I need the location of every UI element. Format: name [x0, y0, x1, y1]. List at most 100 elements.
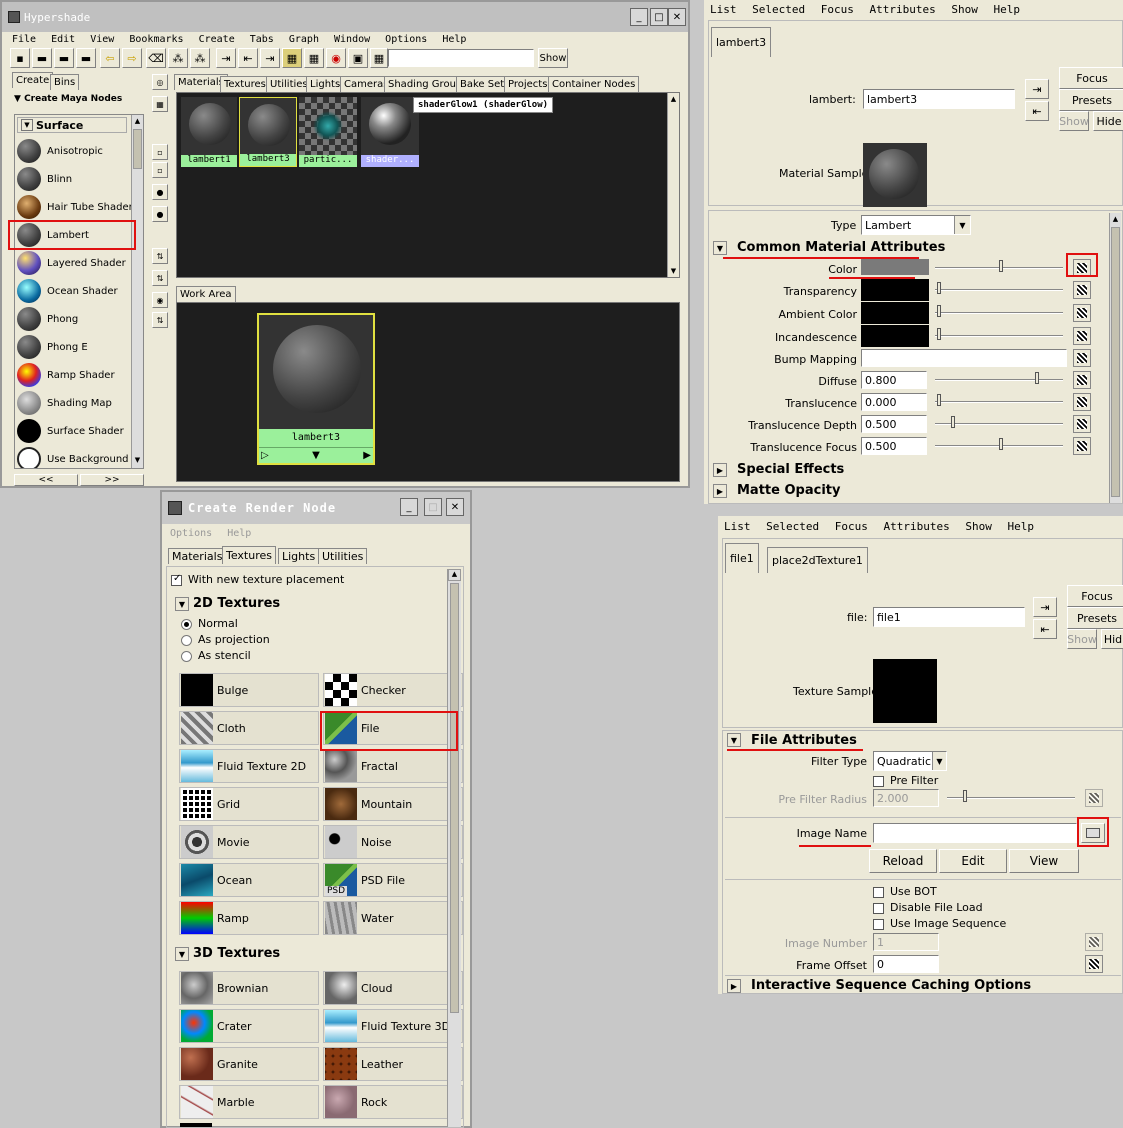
- render-icon[interactable]: ◉: [326, 48, 346, 68]
- show-button[interactable]: Show: [1059, 111, 1089, 131]
- menu-show[interactable]: Show: [951, 3, 978, 16]
- node-surface-shader[interactable]: Surface Shader: [17, 417, 129, 445]
- image-number-map-button[interactable]: [1085, 933, 1103, 951]
- diffuse-field[interactable]: 0.800: [861, 371, 927, 389]
- menu-options[interactable]: Options: [385, 34, 427, 45]
- tab-textures[interactable]: Textures: [220, 76, 270, 92]
- minimize-button[interactable]: _: [630, 8, 648, 26]
- translucence-focus-field[interactable]: 0.500: [861, 437, 927, 455]
- hypershade-search-input[interactable]: [388, 49, 534, 67]
- menu-show[interactable]: Show: [965, 520, 992, 533]
- menu-help[interactable]: Help: [442, 34, 466, 45]
- menu-selected[interactable]: Selected: [752, 3, 805, 16]
- translucence-focus-slider[interactable]: [935, 438, 1063, 450]
- texture-fractal[interactable]: Fractal: [323, 749, 463, 783]
- tab-lambert3[interactable]: lambert3: [711, 27, 772, 57]
- menu-selected[interactable]: Selected: [766, 520, 819, 533]
- layout-icon-3[interactable]: ▬: [54, 48, 74, 68]
- 3d-textures-header[interactable]: 3D Textures: [193, 946, 280, 961]
- swatch-toggle-icon-1[interactable]: ▦: [282, 48, 302, 68]
- maximize-button[interactable]: □: [424, 498, 442, 516]
- tab-lights[interactable]: Lights: [306, 76, 345, 92]
- image-number-field[interactable]: 1: [873, 933, 939, 951]
- radio-as-projection[interactable]: As projection: [181, 633, 270, 646]
- grid-icon[interactable]: ▦: [370, 48, 388, 68]
- use-bot-checkbox[interactable]: Use BOT: [873, 885, 937, 898]
- transparency-slider[interactable]: [935, 282, 1063, 294]
- eraser-icon[interactable]: ⌫: [146, 48, 166, 68]
- use-image-sequence-checkbox[interactable]: Use Image Sequence: [873, 917, 1006, 930]
- output-port-icon[interactable]: ▶: [363, 450, 371, 461]
- texture-cloud[interactable]: Cloud: [323, 971, 463, 1005]
- tab-utilities[interactable]: Utilities: [266, 76, 312, 92]
- file-name-field[interactable]: file1: [873, 607, 1025, 627]
- layout-icon-2[interactable]: ▬: [32, 48, 52, 68]
- texture-fluid-2d[interactable]: Fluid Texture 2D: [179, 749, 319, 783]
- forward-arrow-icon[interactable]: ⇨: [122, 48, 142, 68]
- texture-psd-file[interactable]: PSD PSD File: [323, 863, 463, 897]
- ambient-color-slider[interactable]: [935, 305, 1063, 317]
- ambient-color-swatch[interactable]: [861, 302, 929, 324]
- texture-leather[interactable]: Leather: [323, 1047, 463, 1081]
- tab-work-area[interactable]: Work Area: [176, 286, 236, 302]
- material-swatch-lambert3[interactable]: lambert3: [239, 97, 297, 167]
- menu-window[interactable]: Window: [334, 34, 370, 45]
- common-material-attributes-header[interactable]: Common Material Attributes: [737, 240, 945, 255]
- pre-filter-radius-slider[interactable]: [947, 790, 1075, 802]
- radio-as-stencil[interactable]: As stencil: [181, 649, 251, 662]
- menu-help[interactable]: Help: [993, 3, 1020, 16]
- show-button[interactable]: Show: [538, 48, 568, 68]
- texture-brownian[interactable]: Brownian: [179, 971, 319, 1005]
- transparency-swatch[interactable]: [861, 279, 929, 301]
- menu-attributes[interactable]: Attributes: [883, 520, 949, 533]
- strip-icon-8[interactable]: ⇅: [152, 270, 168, 286]
- input-connection-button[interactable]: ⇥: [1025, 79, 1049, 99]
- menu-edit[interactable]: Edit: [51, 34, 75, 45]
- collapse-3d-icon[interactable]: ▼: [175, 947, 189, 961]
- tab-utilities[interactable]: Utilities: [318, 548, 368, 564]
- translucence-slider[interactable]: [935, 394, 1063, 406]
- texture-grid[interactable]: Grid: [179, 787, 319, 821]
- caching-options-header[interactable]: Interactive Sequence Caching Options: [751, 978, 1031, 993]
- translucence-map-button[interactable]: [1073, 393, 1091, 411]
- menu-attributes[interactable]: Attributes: [869, 3, 935, 16]
- node-anisotropic[interactable]: Anisotropic: [17, 137, 129, 165]
- hide-button[interactable]: Hid: [1101, 629, 1123, 649]
- matte-opacity-header[interactable]: Matte Opacity: [737, 483, 840, 498]
- scroll-down-icon[interactable]: ▼: [132, 456, 143, 466]
- type-dropdown[interactable]: Lambert ▼: [861, 215, 971, 235]
- material-swatch-particle[interactable]: partic...: [299, 97, 357, 167]
- create-list-scrollbar[interactable]: ▲ ▼: [131, 115, 143, 468]
- input-port-icon[interactable]: ▷: [261, 450, 269, 461]
- strip-icon-2[interactable]: ▦: [152, 96, 168, 112]
- bump-mapping-map-button[interactable]: [1073, 349, 1091, 367]
- texture-placement-checkbox[interactable]: ✓ With new texture placement: [171, 573, 344, 586]
- pre-filter-checkbox[interactable]: Pre Filter: [873, 774, 938, 787]
- minimize-button[interactable]: _: [400, 498, 418, 516]
- node-ocean-shader[interactable]: Ocean Shader: [17, 277, 129, 305]
- strip-icon-6[interactable]: ●: [152, 206, 168, 222]
- material-swatch-lambert1[interactable]: lambert1: [181, 97, 237, 167]
- texture-ramp[interactable]: Ramp: [179, 901, 319, 935]
- frame-offset-field[interactable]: 0: [873, 955, 939, 973]
- pre-filter-radius-field[interactable]: 2.000: [873, 789, 939, 807]
- menu-tabs[interactable]: Tabs: [250, 34, 274, 45]
- edit-button[interactable]: Edit: [939, 849, 1007, 873]
- pre-filter-radius-map-button[interactable]: [1085, 789, 1103, 807]
- materials-scrollbar[interactable]: ▲ ▼: [667, 93, 679, 277]
- menu-options[interactable]: Options: [170, 528, 212, 539]
- graph-icon-4[interactable]: ⇤: [238, 48, 258, 68]
- color-slider[interactable]: [935, 260, 1063, 272]
- texture-water[interactable]: Water: [323, 901, 463, 935]
- node-hair-tube-shader[interactable]: Hair Tube Shader: [17, 193, 133, 221]
- color-swatch[interactable]: [861, 259, 929, 275]
- incandescence-swatch[interactable]: [861, 325, 929, 347]
- translucence-depth-map-button[interactable]: [1073, 415, 1091, 433]
- scroll-up-icon[interactable]: ▲: [448, 569, 461, 581]
- show-button[interactable]: Show: [1067, 629, 1097, 649]
- nav-prev-button[interactable]: <<: [14, 474, 78, 486]
- translucence-depth-slider[interactable]: [935, 416, 1063, 428]
- translucence-depth-field[interactable]: 0.500: [861, 415, 927, 433]
- texture-cloth[interactable]: Cloth: [179, 711, 319, 745]
- node-phong[interactable]: Phong: [17, 305, 129, 333]
